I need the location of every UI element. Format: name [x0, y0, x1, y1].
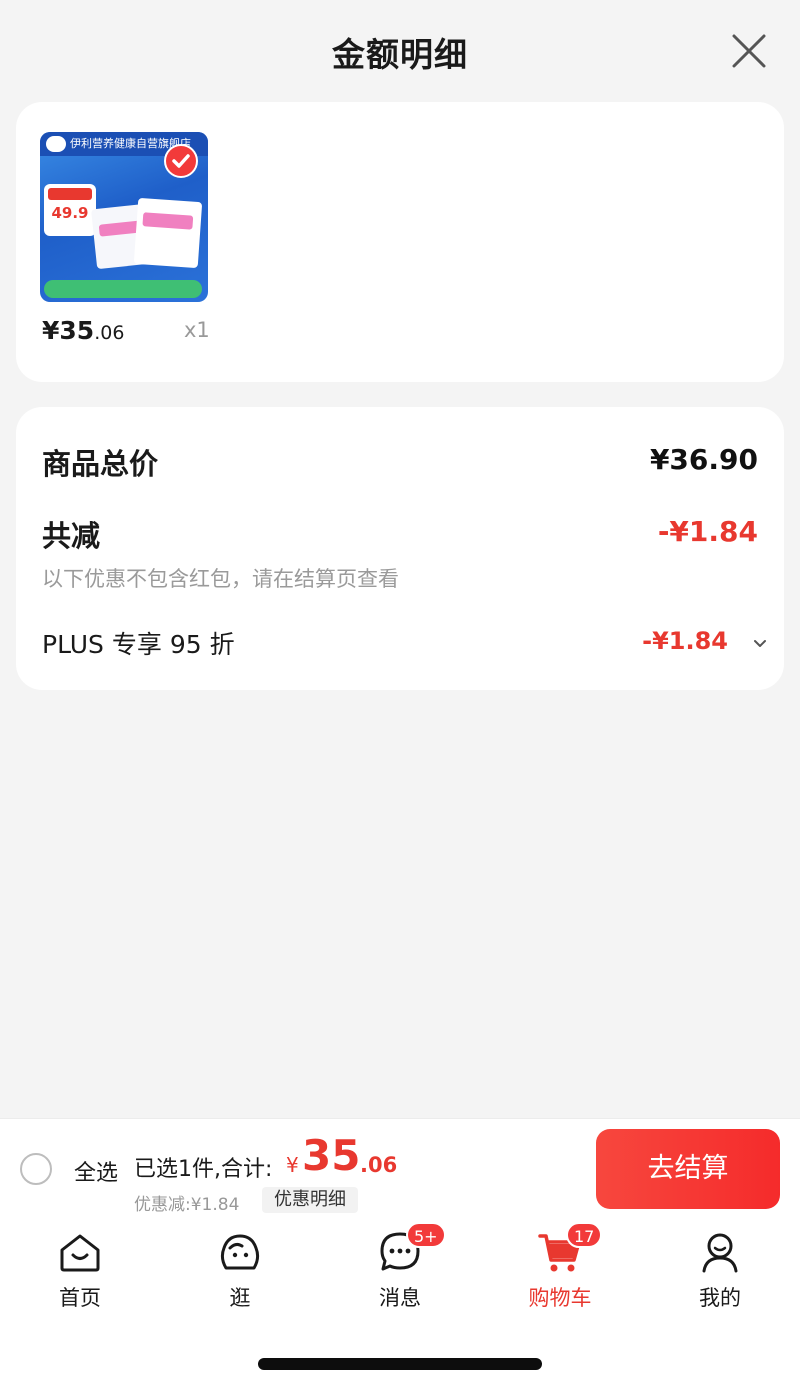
price-breakdown-card: 商品总价 ¥36.90 共减 -¥1.84 以下优惠不包含红包，请在结算页查看 …	[16, 407, 784, 690]
plus-discount-label: PLUS 专享 95 折	[42, 630, 235, 659]
reduction-value: -¥1.84	[657, 515, 758, 548]
thumb-price-tag: 49.9	[44, 184, 96, 236]
reduction-label: 共减	[42, 519, 101, 553]
message-badge: 5+	[406, 1222, 446, 1248]
product-image[interactable]: 伊利营养健康自营旗舰店 49.9	[40, 132, 208, 302]
home-icon	[56, 1228, 104, 1276]
checkout-bar: 全选 已选1件,合计: ¥ 35 .06 优惠减:¥1.84 优惠明细 去结算	[0, 1118, 800, 1216]
reduction-note: 以下优惠不包含红包，请在结算页查看	[42, 567, 399, 591]
total-currency: ¥	[286, 1153, 299, 1177]
total-price-label: 商品总价	[42, 447, 159, 481]
thumb-price: 49.9	[51, 204, 89, 222]
explore-icon	[216, 1228, 264, 1276]
total-price-value: ¥36.90	[649, 443, 758, 476]
tab-cart[interactable]: 17 购物车	[480, 1216, 640, 1316]
tab-messages[interactable]: 5+ 消息	[320, 1216, 480, 1316]
close-button[interactable]	[728, 30, 770, 72]
discount-detail-button[interactable]: 优惠明细	[262, 1187, 358, 1213]
total-amount-decimal: .06	[360, 1153, 398, 1177]
profile-icon	[696, 1228, 744, 1276]
tab-label: 首页	[59, 1286, 101, 1310]
product-price: ¥35.06	[42, 316, 125, 345]
tab-home[interactable]: 首页	[0, 1216, 160, 1316]
product-card: 伊利营养健康自营旗舰店 49.9 ¥35.06 x1	[16, 102, 784, 382]
amount-detail-page: 金额明细 伊利营养健康自营旗舰店 49.9 ¥35.06 x1 商品总价 ¥36…	[0, 0, 800, 1387]
selected-summary: 已选1件,合计:	[134, 1157, 273, 1182]
chevron-down-icon[interactable]	[750, 633, 770, 653]
checkout-button[interactable]: 去结算	[596, 1129, 780, 1209]
tab-label: 消息	[379, 1286, 421, 1310]
brand-logo-icon	[46, 136, 66, 152]
thumb-banner	[44, 280, 202, 298]
milk-box-icon	[133, 197, 203, 269]
plus-discount-value[interactable]: -¥1.84	[642, 627, 728, 655]
product-quantity: x1	[184, 318, 210, 342]
header: 金额明细	[0, 0, 800, 100]
select-all-checkbox[interactable]	[20, 1153, 52, 1185]
tab-label: 购物车	[528, 1286, 592, 1310]
cart-badge: 17	[566, 1222, 603, 1248]
page-title: 金额明细	[332, 35, 468, 74]
tab-label: 逛	[229, 1286, 251, 1310]
check-badge-icon	[164, 144, 198, 178]
tab-label: 我的	[699, 1286, 741, 1310]
home-indicator[interactable]	[258, 1358, 542, 1370]
discount-summary: 优惠减:¥1.84	[134, 1195, 240, 1215]
close-icon	[732, 34, 766, 68]
tab-profile[interactable]: 我的	[640, 1216, 800, 1316]
tab-explore[interactable]: 逛	[160, 1216, 320, 1316]
select-all-label[interactable]: 全选	[74, 1155, 118, 1187]
total-amount-integer: 35	[302, 1131, 361, 1180]
